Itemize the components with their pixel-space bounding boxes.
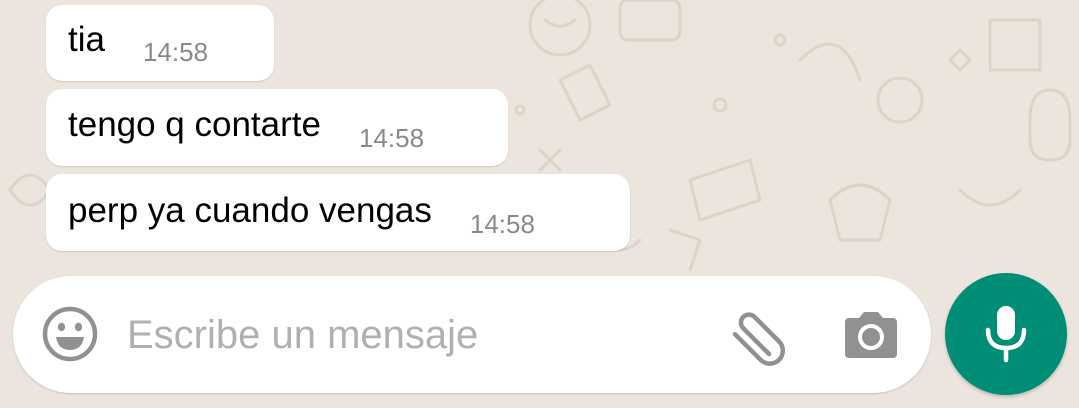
message-timestamp: 14:58 <box>358 123 425 153</box>
camera-icon <box>845 312 897 358</box>
attach-button[interactable] <box>725 306 789 366</box>
message-timestamp: 14:58 <box>469 209 535 239</box>
message-text: tengo q contarte <box>68 105 321 144</box>
emoji-button[interactable] <box>41 305 99 363</box>
paperclip-icon <box>732 312 785 366</box>
message-input[interactable] <box>127 306 697 364</box>
voice-message-button[interactable] <box>945 273 1067 395</box>
message-bubble[interactable]: tengo q contarte 14:58 <box>46 89 508 166</box>
message-text: tia <box>68 20 105 59</box>
camera-button[interactable] <box>843 306 899 362</box>
microphone-icon <box>985 306 1027 363</box>
message-text: perp ya cuando vengas <box>68 191 432 230</box>
message-composer <box>13 276 931 393</box>
emoji-smiley-icon <box>42 306 98 362</box>
message-bubble[interactable]: perp ya cuando vengas 14:58 <box>46 174 630 251</box>
message-timestamp: 14:58 <box>142 37 209 67</box>
message-bubble[interactable]: tia 14:58 <box>46 5 274 81</box>
